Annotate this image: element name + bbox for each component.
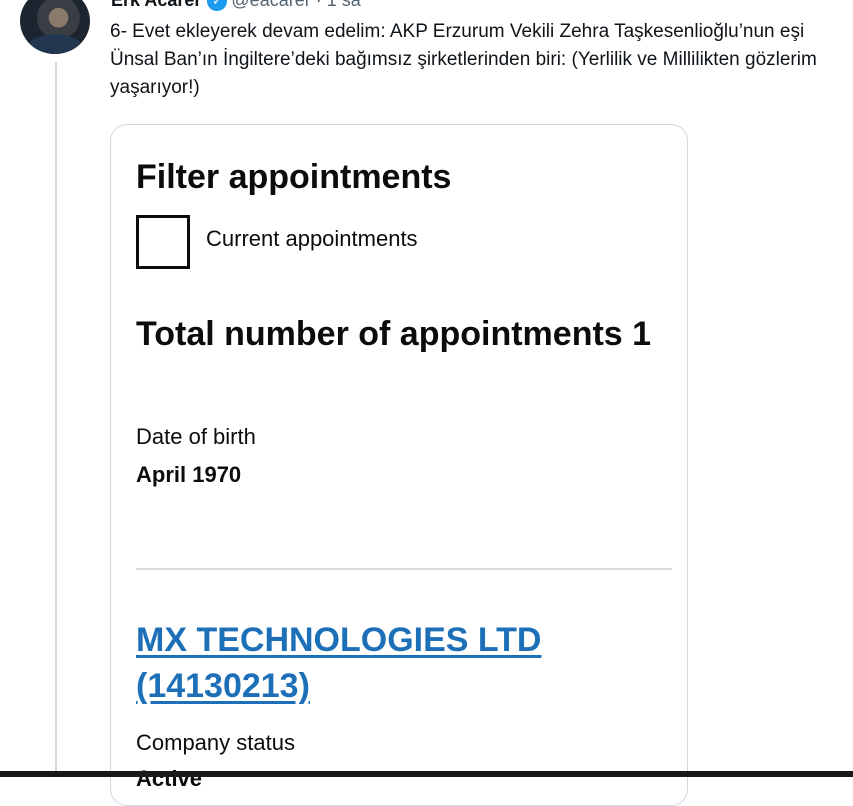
author-handle[interactable]: @eacarer <box>231 0 310 10</box>
avatar[interactable] <box>20 0 90 54</box>
separator-dot: · <box>315 0 322 10</box>
filter-heading: Filter appointments <box>136 158 452 196</box>
company-status-label: Company status <box>136 730 295 755</box>
dob-value: April 1970 <box>136 462 242 487</box>
verified-badge-icon: ✓ <box>207 0 228 12</box>
checkbox-label: Current appointments <box>206 226 418 251</box>
thread-line <box>55 62 57 777</box>
tweet-header: Erk Acarer ✓ @eacarer · 1 sa <box>111 0 361 12</box>
dob-label: Date of birth <box>136 424 256 449</box>
current-appointments-checkbox[interactable] <box>136 215 190 269</box>
avatar-shoulder <box>28 34 82 54</box>
total-appointments-heading: Total number of appointments 1 <box>136 315 652 353</box>
company-status-value: Active <box>136 766 203 791</box>
divider <box>136 568 672 570</box>
attached-image[interactable]: Filter appointments Current appointments… <box>110 124 688 806</box>
author-name[interactable]: Erk Acarer <box>111 0 201 10</box>
tweet-text: 6- Evet ekleyerek devam edelim: AKP Erzu… <box>110 21 817 98</box>
bottom-bar <box>0 771 853 777</box>
tweet-time[interactable]: 1 sa <box>327 0 361 10</box>
company-link[interactable]: MX TECHNOLOGIES LTD (14130213) <box>136 617 656 709</box>
